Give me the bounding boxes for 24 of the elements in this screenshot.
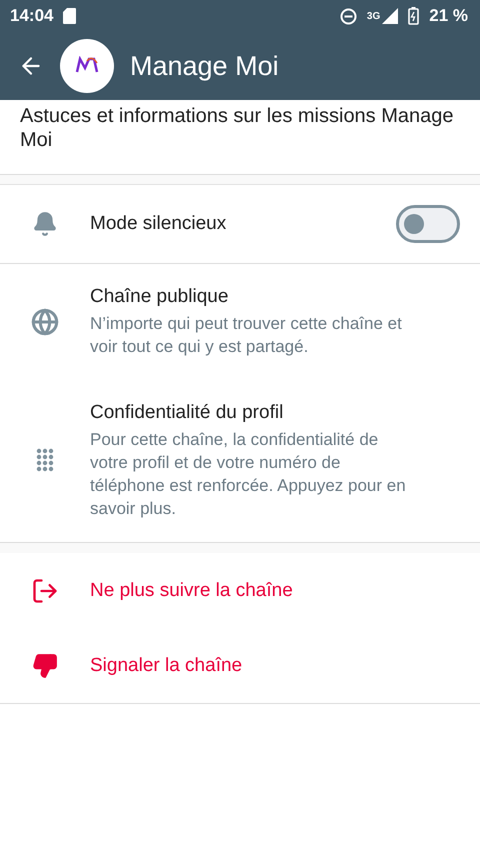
signal-icon <box>382 8 398 24</box>
setting-title: Confidentialité du profil <box>90 402 284 424</box>
menu-action[interactable]: Ne plus suivre la chaîne <box>0 553 480 629</box>
do-not-disturb-icon <box>340 8 357 24</box>
setting-description: Pour cette chaîne, la confidentialité de votre profil et de votre numéro de téléphone est renforcée. Appuyez pour en savoir plus. <box>90 429 407 520</box>
toggle-switch[interactable] <box>396 205 460 243</box>
thumbs-down-icon <box>32 653 58 679</box>
globe-icon <box>31 308 59 336</box>
settings-item[interactable]: Confidentialité du profil Pour cette chaîne, la confidentialité de votre profil et de votre numéro de téléphone est renforcée. Appuyez pour en savoir plus. <box>0 380 480 542</box>
dialpad-icon <box>36 448 54 474</box>
network-type: 3G <box>366 10 380 22</box>
menu-action[interactable]: Signaler la chaîne <box>0 629 480 703</box>
channel-avatar[interactable] <box>60 39 114 93</box>
bell-icon <box>32 211 58 237</box>
settings-item[interactable]: Chaîne publique N’importe qui peut trouver cette chaîne et voir tout ce qui y est partagé. <box>0 264 480 380</box>
battery-icon <box>408 7 420 25</box>
setting-description: N’importe qui peut trouver cette chaîne et voir tout ce qui y est partagé. <box>90 313 403 358</box>
channel-title: Manage Moi <box>130 50 279 82</box>
battery-level: 21 % <box>429 6 468 26</box>
exit-icon <box>31 577 59 605</box>
setting-title: Mode silencieux <box>90 213 228 235</box>
status-time: 14:04 <box>10 6 54 26</box>
setting-title: Chaîne publique <box>90 286 230 308</box>
sd-card-icon <box>63 8 76 24</box>
